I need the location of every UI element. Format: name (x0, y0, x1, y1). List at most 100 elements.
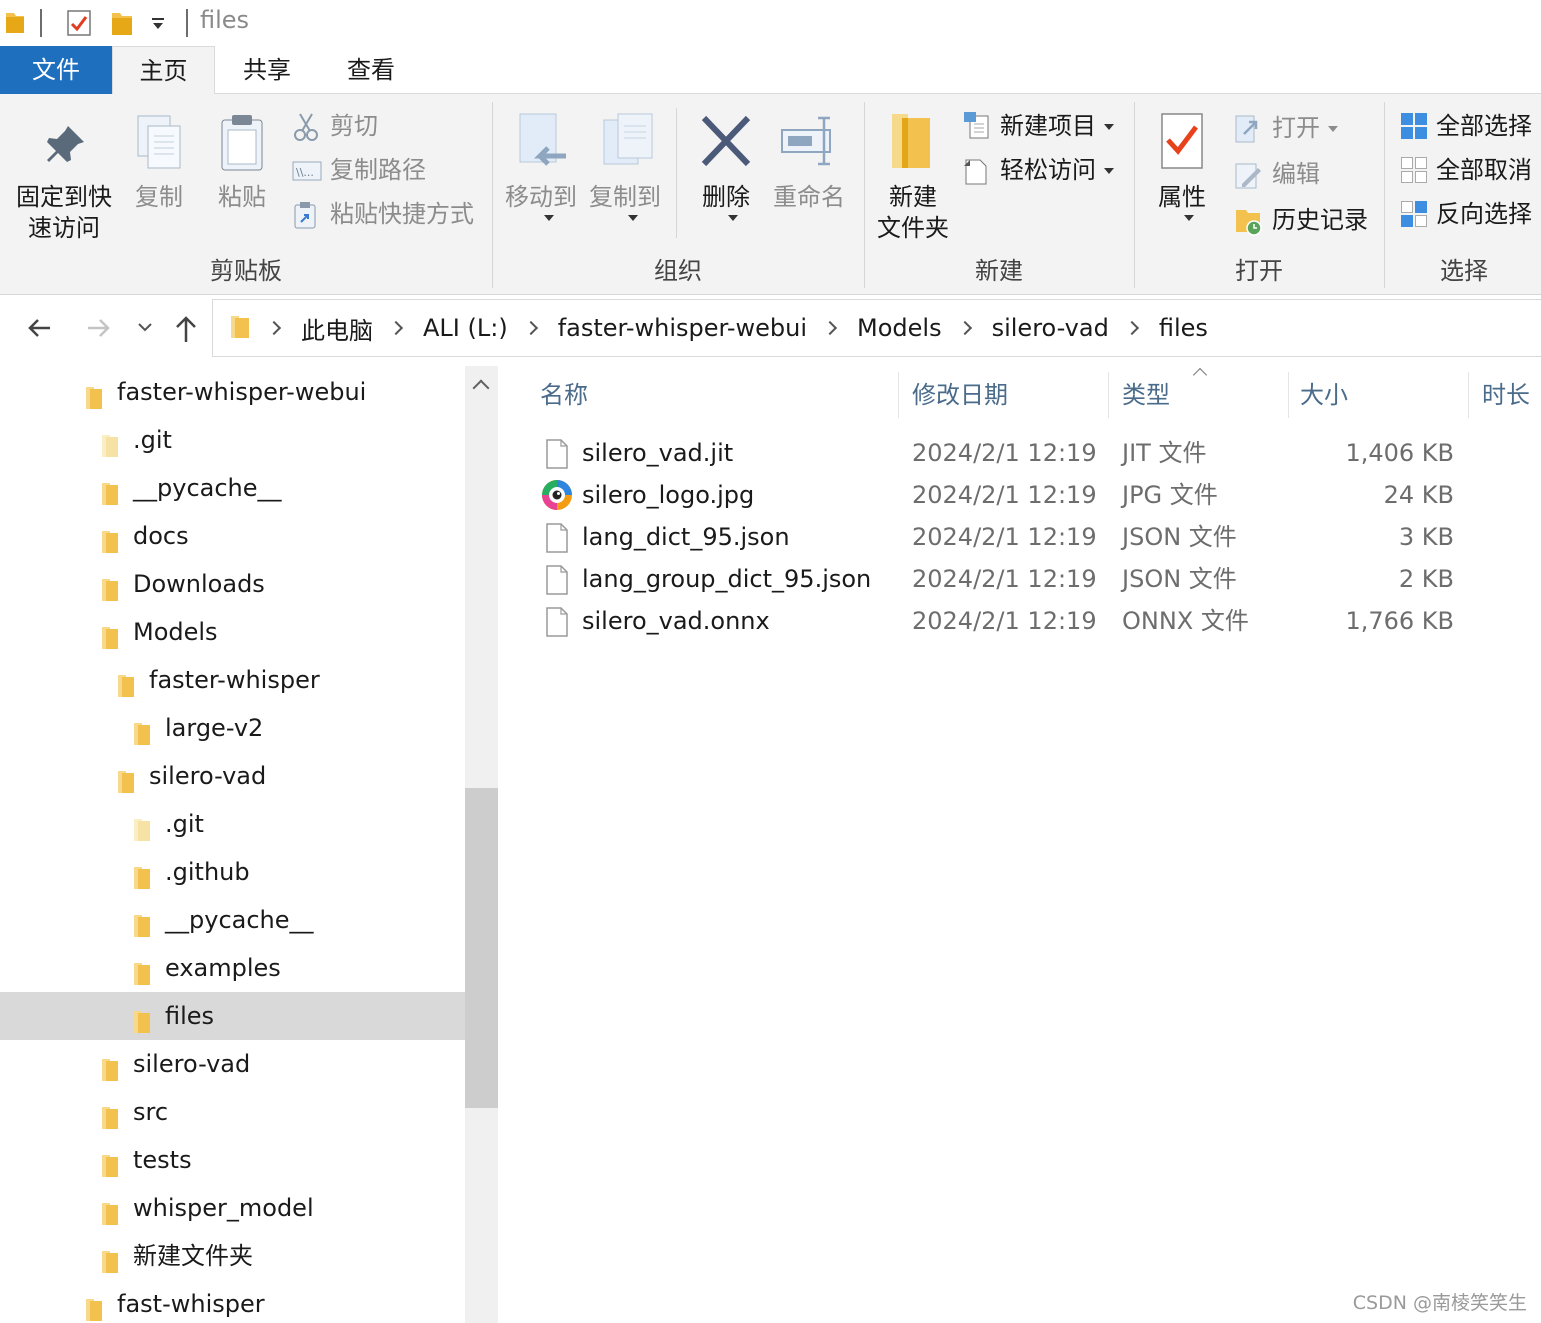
breadcrumb-item[interactable]: faster-whisper-webui (556, 314, 809, 342)
properties-button[interactable]: 属性 (1146, 112, 1218, 242)
tree-item[interactable]: Downloads (0, 560, 465, 608)
chevron-right-icon[interactable] (822, 320, 838, 336)
tree-item[interactable]: whisper_model (0, 1184, 465, 1232)
chevron-right-icon[interactable] (388, 320, 404, 336)
tab-share[interactable]: 共享 (215, 46, 319, 94)
edit-button[interactable]: 编辑 (1234, 154, 1374, 194)
new-item-button[interactable]: 新建项目 (962, 106, 1132, 146)
file-size: 3 KB (1398, 523, 1454, 551)
file-name: silero_vad.jit (582, 439, 734, 467)
tree-item[interactable]: files (0, 992, 465, 1040)
column-divider[interactable] (1468, 372, 1469, 418)
chevron-right-icon[interactable] (957, 320, 972, 336)
breadcrumb-item[interactable]: 此电脑 (299, 311, 375, 346)
tree-item[interactable]: __pycache__ (0, 464, 465, 512)
tree-item-label: .github (165, 858, 250, 886)
easy-access-icon (962, 156, 990, 198)
open-label: 打开 (1272, 108, 1338, 148)
scroll-up-icon[interactable] (472, 379, 490, 397)
file-modified-date: 2024/2/1 12:19 (912, 481, 1097, 509)
tree-item[interactable]: faster-whisper-webui (0, 368, 465, 416)
customize-dropdown-icon[interactable] (150, 16, 166, 36)
tree-item[interactable]: 新建文件夹 (0, 1232, 465, 1280)
back-arrow-icon[interactable] (26, 314, 54, 346)
address-bar[interactable]: 此电脑 ALI (L:) faster-whisper-webui Models… (212, 299, 1541, 357)
forward-arrow-icon[interactable] (84, 314, 112, 346)
tree-item[interactable]: silero-vad (0, 1040, 465, 1088)
tree-item[interactable]: fast-whisper (0, 1280, 465, 1323)
breadcrumb-item[interactable]: Models (855, 314, 944, 342)
file-size: 2 KB (1398, 565, 1454, 593)
tree-item-label: faster-whisper (149, 666, 320, 694)
column-header-size[interactable]: 大小 (1300, 366, 1348, 424)
column-header-date[interactable]: 修改日期 (912, 366, 1008, 424)
tree-item[interactable]: Models (0, 608, 465, 656)
column-header-type[interactable]: 类型 (1122, 366, 1170, 424)
properties-label: 属性 (1158, 183, 1206, 211)
navigation-pane-scrollbar[interactable] (465, 366, 498, 1323)
scrollbar-thumb[interactable] (465, 788, 498, 1108)
tree-item[interactable]: .git (0, 800, 465, 848)
invert-selection-label: 反向选择 (1436, 200, 1532, 228)
paste-button[interactable]: 粘贴 (206, 112, 278, 222)
move-to-button[interactable]: 移动到 (500, 112, 582, 242)
open-button[interactable]: 打开 (1234, 108, 1374, 148)
cut-button[interactable]: 剪切 (292, 106, 482, 146)
pin-quick-access-button[interactable]: 固定到快 速访问 (10, 112, 118, 252)
invert-selection-button[interactable]: 反向选择 (1400, 194, 1540, 234)
select-all-button[interactable]: 全部选择 (1400, 106, 1540, 146)
group-label-organize: 组织 (654, 257, 702, 285)
delete-button[interactable]: 删除 (690, 112, 762, 242)
tree-item[interactable]: docs (0, 512, 465, 560)
tab-home[interactable]: 主页 (112, 46, 215, 95)
recent-locations-chevron-icon[interactable] (136, 320, 154, 340)
copy-to-button[interactable]: 复制到 (584, 112, 666, 242)
file-row[interactable]: silero_vad.jit 2024/2/1 12:19 JIT 文件 1,406 … (500, 432, 1541, 474)
breadcrumb-item[interactable]: silero-vad (990, 314, 1111, 342)
tab-file[interactable]: 文件 (0, 46, 112, 94)
tree-item-label: fast-whisper (117, 1290, 265, 1318)
column-header-duration[interactable]: 时长 (1482, 366, 1530, 424)
tree-item[interactable]: __pycache__ (0, 896, 465, 944)
file-row[interactable]: silero_vad.onnx 2024/2/1 12:19 ONNX 文件 1,76… (500, 600, 1541, 642)
tree-item[interactable]: large-v2 (0, 704, 465, 752)
tree-item[interactable]: faster-whisper (0, 656, 465, 704)
folder-icon (229, 314, 251, 346)
tree-item-label: faster-whisper-webui (117, 378, 367, 406)
new-folder-button[interactable]: 新建 文件夹 (872, 112, 954, 252)
breadcrumb-item[interactable]: files (1157, 314, 1210, 342)
column-divider[interactable] (898, 372, 899, 418)
column-divider[interactable] (1108, 372, 1109, 418)
chevron-right-icon[interactable] (266, 320, 282, 336)
up-arrow-icon[interactable] (172, 314, 200, 348)
chevron-down-icon (1184, 215, 1194, 221)
tree-item[interactable]: .git (0, 416, 465, 464)
tree-item[interactable]: examples (0, 944, 465, 992)
tab-view[interactable]: 查看 (319, 46, 423, 94)
chevron-right-icon[interactable] (523, 320, 538, 336)
file-row[interactable]: silero_logo.jpg 2024/2/1 12:19 JPG 文件 24 KB (500, 474, 1541, 516)
rename-button[interactable]: 重命名 (770, 112, 848, 222)
column-divider[interactable] (1288, 372, 1289, 418)
tree-item[interactable]: silero-vad (0, 752, 465, 800)
column-header-name[interactable]: 名称 (540, 366, 588, 424)
paste-shortcut-button[interactable]: 粘贴快捷方式 (292, 194, 482, 234)
tree-item[interactable]: tests (0, 1136, 465, 1184)
properties-check-icon[interactable] (66, 9, 92, 41)
file-size: 1,766 KB (1345, 607, 1454, 635)
easy-access-button[interactable]: 轻松访问 (962, 150, 1132, 190)
chevron-right-icon[interactable] (1124, 320, 1139, 336)
select-none-button[interactable]: 全部取消 (1400, 150, 1540, 190)
tree-item[interactable]: src (0, 1088, 465, 1136)
history-button[interactable]: 历史记录 (1234, 200, 1374, 240)
copy-button[interactable]: 复制 (124, 112, 194, 222)
new-folder-icon[interactable] (110, 9, 134, 41)
file-row[interactable]: lang_group_dict_95.json 2024/2/1 12:19 JSO… (500, 558, 1541, 600)
file-row[interactable]: lang_dict_95.json 2024/2/1 12:19 JSON 文件 3 … (500, 516, 1541, 558)
copy-path-button[interactable]: \\... 复制路径 (292, 150, 482, 190)
edit-label: 编辑 (1272, 160, 1320, 188)
history-folder-icon (1234, 206, 1264, 248)
divider (676, 108, 677, 238)
tree-item[interactable]: .github (0, 848, 465, 896)
breadcrumb-item[interactable]: ALI (L:) (421, 314, 510, 342)
